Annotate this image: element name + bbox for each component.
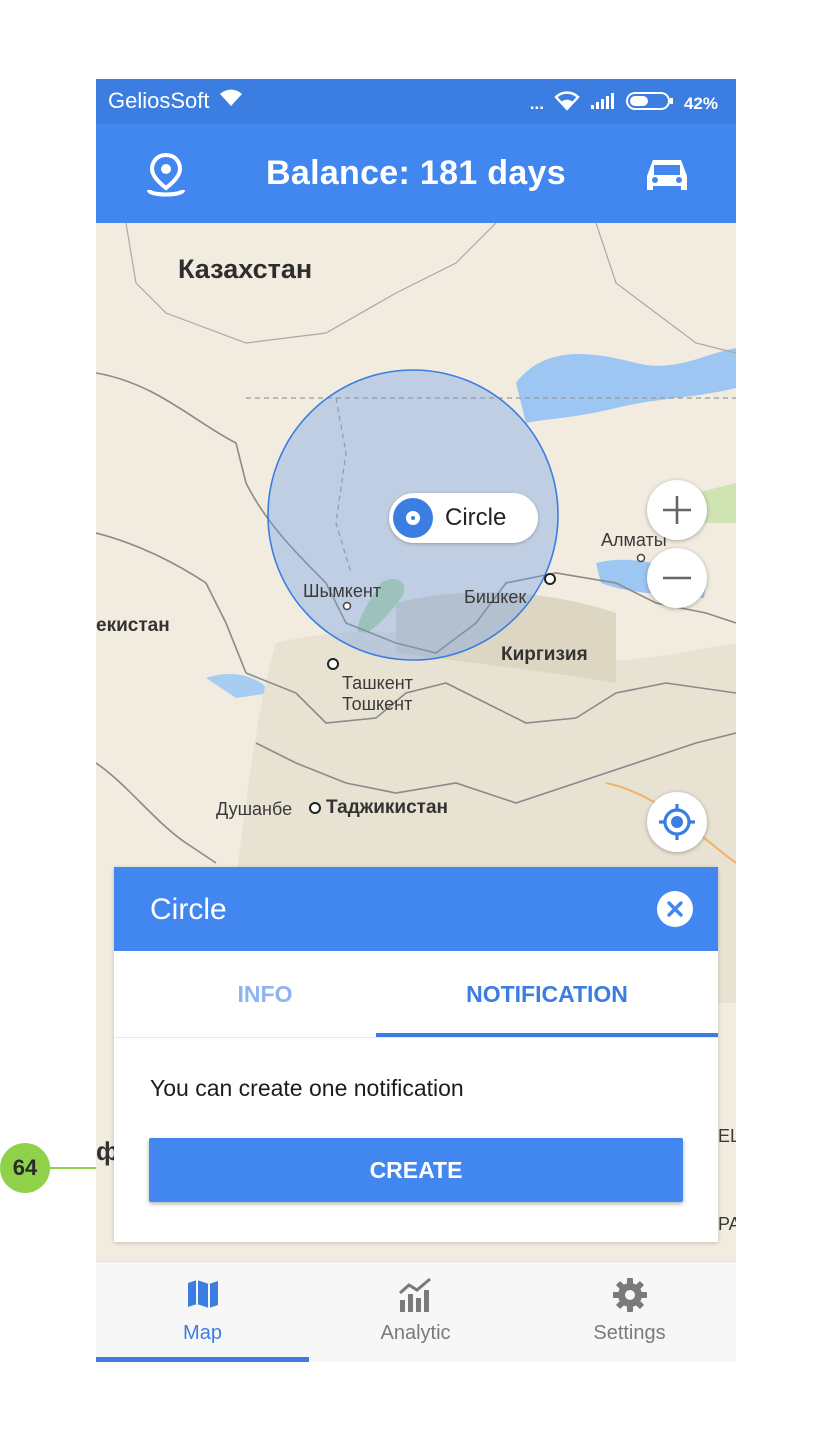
vehicles-button[interactable]	[643, 152, 691, 196]
map-label-bishkek: Бишкек	[464, 587, 527, 607]
tab-info[interactable]: INFO	[114, 951, 416, 1037]
map-label-shymkent: Шымкент	[303, 581, 382, 601]
geofence-marker[interactable]: Circle	[389, 493, 538, 543]
nav-label-settings: Settings	[593, 1322, 666, 1344]
plus-icon	[663, 496, 691, 524]
nav-item-map[interactable]: Map	[96, 1262, 309, 1362]
map-icon	[96, 1276, 309, 1316]
wifi-icon	[554, 91, 580, 116]
bottom-navigation: Map Analytic Settings	[96, 1261, 736, 1362]
wifi-icon	[218, 88, 244, 114]
phone-screen: GeliosSoft ... 42% Balance: 181 days Каз…	[96, 79, 736, 1362]
battery-level: 42%	[683, 93, 718, 113]
map-label-edge-right-2: PA	[718, 1214, 736, 1234]
geofence-marker-icon	[393, 498, 433, 538]
map-label-kazakhstan: Казахстан	[178, 254, 313, 284]
close-button[interactable]	[657, 891, 693, 927]
map-label-tashkent: Ташкент	[342, 673, 413, 693]
page-title: Balance: 181 days	[266, 154, 566, 192]
map-label-tajikistan: Таджикистан	[326, 797, 449, 818]
zoom-in-button[interactable]	[647, 480, 707, 540]
crosshair-icon	[659, 804, 695, 840]
active-tab-indicator	[376, 1033, 718, 1037]
status-left: GeliosSoft	[108, 88, 244, 114]
map-label-toshkent: Тошкент	[342, 694, 413, 714]
status-dots: ...	[529, 93, 544, 113]
zoom-out-button[interactable]	[647, 548, 707, 608]
tab-notification[interactable]: NOTIFICATION	[376, 951, 718, 1037]
map-label-dushanbe: Душанбе	[216, 799, 293, 819]
panel-title: Circle	[150, 893, 227, 926]
nav-item-settings[interactable]: Settings	[523, 1262, 736, 1362]
gear-icon	[523, 1276, 736, 1316]
analytics-icon	[309, 1276, 522, 1316]
signal-icon	[590, 92, 616, 115]
close-icon	[667, 901, 683, 917]
car-icon	[647, 160, 687, 190]
status-bar: GeliosSoft ... 42%	[96, 79, 736, 124]
minus-icon	[663, 576, 691, 580]
map-label-almaty: Алматы	[601, 530, 667, 550]
carrier-name: GeliosSoft	[108, 88, 210, 113]
my-location-button[interactable]	[647, 792, 707, 852]
nav-label-analytic: Analytic	[380, 1322, 451, 1344]
map-label-edge-right-1: EL	[718, 1126, 736, 1146]
notification-message: You can create one notification	[150, 1075, 464, 1101]
status-right: ... 42%	[530, 91, 718, 116]
annotation-badge: 64	[0, 1143, 50, 1193]
create-button[interactable]: CREATE	[149, 1138, 683, 1202]
panel-header: Circle	[114, 867, 718, 951]
app-header: Balance: 181 days	[96, 124, 736, 223]
active-nav-indicator	[96, 1357, 309, 1362]
geofence-panel: Circle INFO NOTIFICATION You can create …	[114, 867, 718, 1242]
map-label-kyrgyzstan: Киргизия	[501, 644, 588, 665]
nav-label-map: Map	[183, 1322, 222, 1344]
panel-tabs: INFO NOTIFICATION	[114, 951, 718, 1038]
geofence-marker-label: Circle	[445, 504, 507, 531]
nav-item-analytic[interactable]: Analytic	[309, 1262, 522, 1362]
map-label-uzbekistan: екистан	[96, 615, 170, 636]
battery-icon	[625, 91, 674, 116]
